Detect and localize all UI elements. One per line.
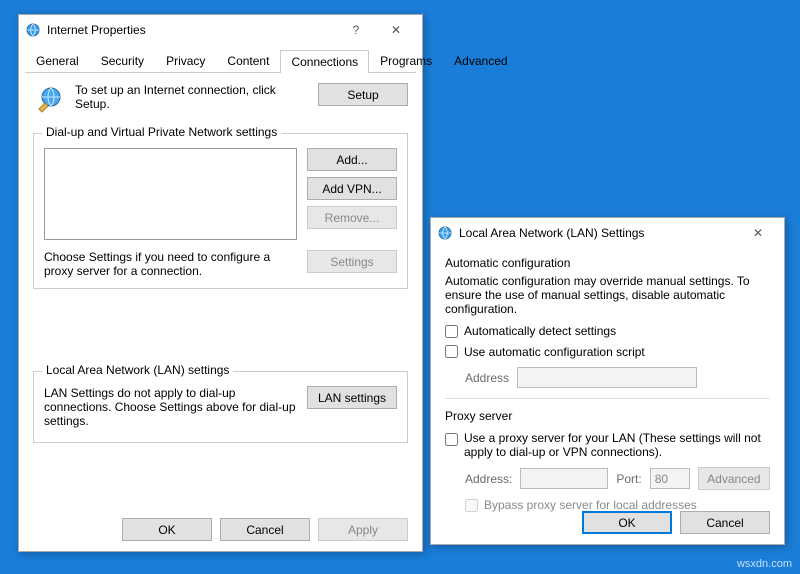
- auto-config-hint: Automatic configuration may override man…: [445, 274, 770, 316]
- lan-groupbox: Local Area Network (LAN) settings LAN Se…: [33, 371, 408, 443]
- ok-button[interactable]: OK: [122, 518, 212, 541]
- dialog-footer: OK Cancel Apply: [19, 508, 422, 551]
- auto-detect-label: Automatically detect settings: [464, 324, 616, 338]
- tab-security[interactable]: Security: [90, 49, 155, 72]
- proxy-port-label: Port:: [616, 472, 641, 486]
- window-title: Local Area Network (LAN) Settings: [459, 226, 738, 240]
- internet-properties-window: Internet Properties ? ✕ General Security…: [18, 14, 423, 552]
- proxy-title: Proxy server: [445, 409, 770, 423]
- dialup-groupbox: Dial-up and Virtual Private Network sett…: [33, 133, 408, 289]
- connection-wizard-icon: [33, 83, 65, 115]
- proxy-advanced-button: Advanced: [698, 467, 770, 490]
- tab-programs[interactable]: Programs: [369, 49, 443, 72]
- lan-settings-window: Local Area Network (LAN) Settings ✕ Auto…: [430, 217, 785, 545]
- tab-connections[interactable]: Connections: [280, 50, 369, 73]
- auto-detect-input[interactable]: [445, 325, 458, 338]
- dialog-footer: OK Cancel: [431, 501, 784, 544]
- titlebar[interactable]: Internet Properties ? ✕: [19, 15, 422, 45]
- lan-pane: Automatic configuration Automatic config…: [431, 248, 784, 515]
- use-proxy-label: Use a proxy server for your LAN (These s…: [464, 431, 770, 459]
- remove-button: Remove...: [307, 206, 397, 229]
- tab-content[interactable]: Content: [216, 49, 280, 72]
- connections-pane: To set up an Internet connection, click …: [19, 73, 422, 443]
- lan-group-label: Local Area Network (LAN) settings: [42, 363, 233, 377]
- proxy-address-label: Address:: [465, 472, 512, 486]
- cancel-button[interactable]: Cancel: [220, 518, 310, 541]
- add-vpn-button[interactable]: Add VPN...: [307, 177, 397, 200]
- setup-button[interactable]: Setup: [318, 83, 408, 106]
- close-button[interactable]: ✕: [738, 219, 778, 247]
- proxy-address-input: [520, 468, 608, 489]
- auto-script-label: Use automatic configuration script: [464, 345, 645, 359]
- dialup-hint: Choose Settings if you need to configure…: [44, 250, 297, 278]
- proxy-port-input: [650, 468, 690, 489]
- internet-options-icon: [25, 22, 41, 38]
- use-proxy-checkbox[interactable]: Use a proxy server for your LAN (These s…: [445, 431, 770, 459]
- script-address-label: Address: [465, 371, 509, 385]
- tab-advanced[interactable]: Advanced: [443, 49, 518, 72]
- tab-privacy[interactable]: Privacy: [155, 49, 216, 72]
- tab-general[interactable]: General: [25, 49, 90, 72]
- auto-config-title: Automatic configuration: [445, 256, 770, 270]
- auto-detect-checkbox[interactable]: Automatically detect settings: [445, 324, 616, 338]
- auto-script-checkbox[interactable]: Use automatic configuration script: [445, 345, 645, 359]
- auto-script-input[interactable]: [445, 345, 458, 358]
- window-title: Internet Properties: [47, 23, 336, 37]
- tab-strip: General Security Privacy Content Connect…: [19, 45, 422, 72]
- help-button[interactable]: ?: [336, 16, 376, 44]
- ok-button[interactable]: OK: [582, 511, 672, 534]
- use-proxy-input[interactable]: [445, 433, 458, 446]
- apply-button: Apply: [318, 518, 408, 541]
- titlebar[interactable]: Local Area Network (LAN) Settings ✕: [431, 218, 784, 248]
- add-button[interactable]: Add...: [307, 148, 397, 171]
- dialup-group-label: Dial-up and Virtual Private Network sett…: [42, 125, 281, 139]
- setup-hint: To set up an Internet connection, click …: [75, 83, 308, 111]
- cancel-button[interactable]: Cancel: [680, 511, 770, 534]
- script-address-input: [517, 367, 697, 388]
- watermark: wsxdn.com: [737, 558, 792, 570]
- lan-hint: LAN Settings do not apply to dial-up con…: [44, 386, 297, 428]
- internet-options-icon: [437, 225, 453, 241]
- lan-settings-button[interactable]: LAN settings: [307, 386, 397, 409]
- close-button[interactable]: ✕: [376, 16, 416, 44]
- connection-settings-button: Settings: [307, 250, 397, 273]
- connections-listbox[interactable]: [44, 148, 297, 240]
